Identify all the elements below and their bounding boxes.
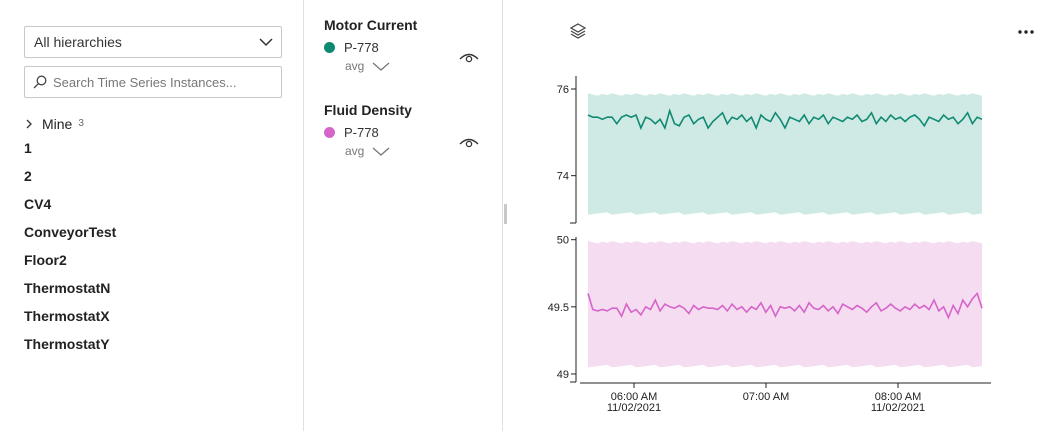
x-tick-date-label: 11/02/2021 (607, 402, 661, 414)
search-input[interactable] (53, 67, 275, 97)
tree-item[interactable]: 2 (24, 166, 284, 194)
hierarchy-panel: All hierarchies Mine 3 1 2 CV4 ConveyorT… (0, 0, 304, 431)
hierarchy-tree: Mine 3 1 2 CV4 ConveyorTest Floor2 Therm… (24, 110, 284, 362)
legend-group-title: Motor Current (324, 17, 418, 33)
aggregate-label: avg (345, 144, 365, 158)
tree-item[interactable]: Floor2 (24, 250, 284, 278)
search-box[interactable] (24, 66, 282, 98)
tree-item[interactable]: ThermostatY (24, 334, 284, 362)
y-tick-label: 74 (557, 171, 569, 183)
y-tick-label: 50 (557, 235, 569, 247)
legend-group-fluid-density: Fluid Density P-778 avg (324, 100, 494, 160)
visibility-eye-icon[interactable] (459, 136, 479, 150)
chart-area: 76 74 50 49.5 49 06:00 AM 11/02/2021 07:00 AM 08… (505, 0, 1051, 431)
series-band (588, 241, 982, 368)
tree-item-mine[interactable]: Mine 3 (24, 110, 284, 138)
tree-item-count: 3 (78, 118, 84, 129)
search-icon (33, 75, 47, 89)
series-color-dot (324, 126, 335, 138)
hierarchy-dropdown-value: All hierarchies (34, 34, 122, 50)
chevron-down-icon (259, 38, 273, 47)
tree-item[interactable]: ThermostatN (24, 278, 284, 306)
chevron-right-icon (26, 119, 32, 129)
visibility-eye-icon[interactable] (459, 51, 479, 65)
y-tick-label: 49.5 (548, 302, 569, 314)
y-tick-label: 49 (557, 369, 569, 381)
legend-instance-label: P-778 (344, 124, 379, 140)
chevron-down-icon (372, 62, 390, 71)
tree-item[interactable]: ThermostatX (24, 306, 284, 334)
legend-group-title: Fluid Density (324, 102, 412, 118)
tree-item[interactable]: CV4 (24, 194, 284, 222)
y-tick-label: 76 (557, 84, 569, 96)
aggregate-label: avg (345, 59, 365, 73)
x-tick-label: 07:00 AM (743, 391, 789, 403)
time-series-chart[interactable]: 76745049.54906:00 AM11/02/202107:00 AM 08… (505, 0, 1051, 431)
x-tick-date-label: 11/02/2021 (871, 402, 925, 414)
series-color-dot (324, 41, 335, 53)
series-band (588, 93, 982, 215)
legend-panel: Motor Current P-778 avg Fluid Density P-… (305, 0, 503, 431)
tree-item[interactable]: ConveyorTest (24, 222, 284, 250)
chevron-down-icon (372, 147, 390, 156)
tree-item-label: Mine (42, 116, 73, 132)
tree-item[interactable]: 1 (24, 138, 284, 166)
legend-group-motor-current: Motor Current P-778 avg (324, 15, 494, 75)
hierarchy-dropdown[interactable]: All hierarchies (24, 26, 282, 58)
legend-instance-label: P-778 (344, 39, 379, 55)
